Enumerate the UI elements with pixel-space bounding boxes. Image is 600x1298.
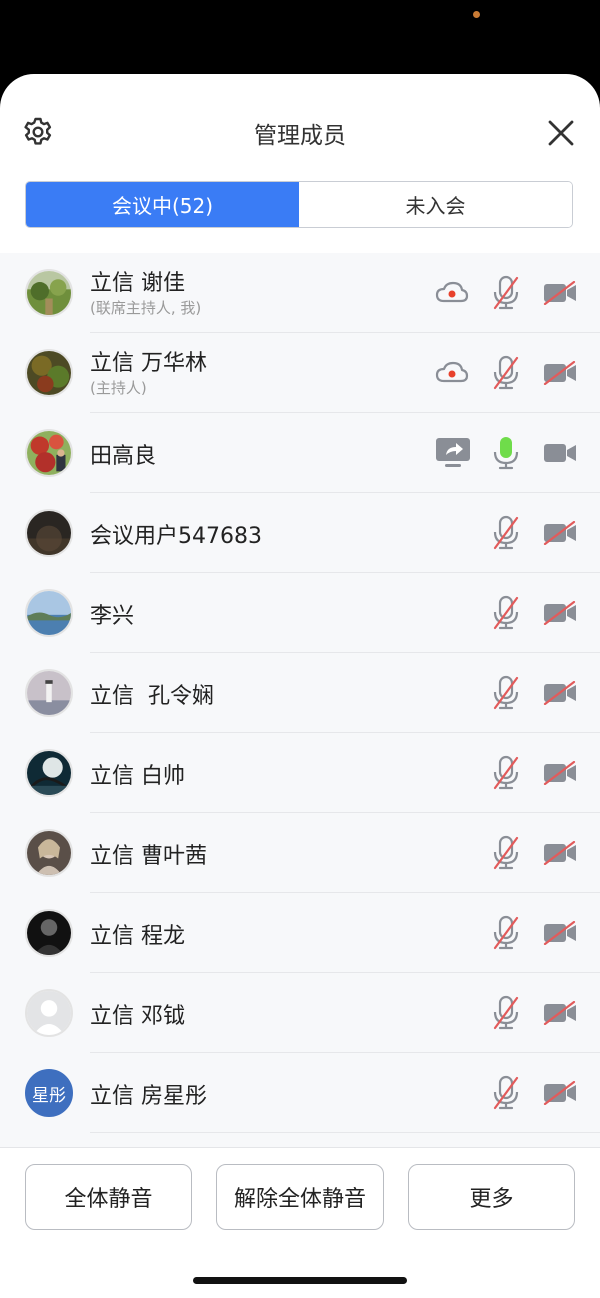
camera-indicator	[473, 11, 480, 18]
camera-off-icon[interactable]	[543, 840, 577, 866]
mic-muted-icon[interactable]	[492, 835, 520, 871]
member-name: 立信 房星彤	[90, 1084, 207, 1109]
mute-all-button[interactable]: 全体静音	[25, 1164, 192, 1230]
manage-members-sheet: 管理成员 会议中(52) 未入会 立信 谢佳 (联席主持人, 我) 立信 万华林 (主…	[0, 74, 600, 1298]
camera-off-icon[interactable]	[543, 280, 577, 306]
member-name: 立信 邓钺	[90, 1004, 185, 1029]
avatar	[25, 669, 73, 717]
close-icon[interactable]	[546, 118, 576, 148]
camera-off-icon[interactable]	[543, 920, 577, 946]
member-role: (主持人)	[90, 379, 147, 397]
member-row[interactable]: 立信 程龙	[0, 893, 600, 973]
footer-actions: 全体静音 解除全体静音 更多	[0, 1147, 600, 1298]
avatar	[25, 589, 73, 637]
cloud-record-icon	[435, 360, 469, 386]
avatar	[25, 829, 73, 877]
camera-on-icon[interactable]	[543, 441, 577, 465]
member-name: 立信 程龙	[90, 924, 185, 949]
home-indicator	[193, 1277, 407, 1284]
member-row[interactable]: 立信 万华林 (主持人)	[0, 333, 600, 413]
tab-in-meeting[interactable]: 会议中(52)	[26, 182, 299, 227]
member-row[interactable]: 立信 邓钺	[0, 973, 600, 1053]
member-name: 立信 孔令娴	[90, 684, 214, 709]
camera-off-icon[interactable]	[543, 1080, 577, 1106]
cloud-record-icon	[435, 280, 469, 306]
screen-share-icon	[435, 437, 471, 469]
member-row[interactable]: 会议用户547683	[0, 493, 600, 573]
avatar	[25, 749, 73, 797]
page-title: 管理成员	[254, 123, 346, 149]
mic-muted-icon[interactable]	[492, 1075, 520, 1111]
mic-muted-icon[interactable]	[492, 675, 520, 711]
mic-muted-icon[interactable]	[492, 755, 520, 791]
avatar	[25, 989, 73, 1037]
unmute-all-button[interactable]: 解除全体静音	[216, 1164, 384, 1230]
member-name: 立信 万华林	[90, 351, 207, 376]
camera-off-icon[interactable]	[543, 1000, 577, 1026]
row-divider	[90, 1132, 600, 1133]
camera-off-icon[interactable]	[543, 760, 577, 786]
avatar	[25, 429, 73, 477]
mic-muted-icon[interactable]	[492, 595, 520, 631]
camera-off-icon[interactable]	[543, 600, 577, 626]
mic-muted-icon[interactable]	[492, 275, 520, 311]
member-name: 立信 谢佳	[90, 271, 185, 296]
avatar	[25, 509, 73, 557]
member-role: (联席主持人, 我)	[90, 299, 202, 317]
avatar	[25, 349, 73, 397]
member-list[interactable]: 立信 谢佳 (联席主持人, 我) 立信 万华林 (主持人) 田高良会议用户547683 李…	[0, 253, 600, 1147]
member-name: 田高良	[90, 444, 157, 469]
camera-off-icon[interactable]	[543, 520, 577, 546]
member-tabs: 会议中(52) 未入会	[25, 181, 573, 228]
tab-not-joined[interactable]: 未入会	[299, 182, 572, 227]
member-row[interactable]: 立信 谢佳 (联席主持人, 我)	[0, 253, 600, 333]
mic-muted-icon[interactable]	[492, 515, 520, 551]
avatar	[25, 269, 73, 317]
member-name: 立信 白帅	[90, 764, 185, 789]
mic-muted-icon[interactable]	[492, 355, 520, 391]
member-row[interactable]: 田高良	[0, 413, 600, 493]
member-row[interactable]: 立信 白帅	[0, 733, 600, 813]
avatar: 星彤	[25, 1069, 73, 1117]
header: 管理成员	[0, 74, 600, 186]
member-row[interactable]: 立信 曹叶茜	[0, 813, 600, 893]
member-name: 会议用户547683	[90, 524, 262, 549]
mic-muted-icon[interactable]	[492, 995, 520, 1031]
camera-off-icon[interactable]	[543, 360, 577, 386]
mic-active-icon[interactable]	[492, 435, 520, 471]
member-name: 立信 曹叶茜	[90, 844, 207, 869]
avatar	[25, 909, 73, 957]
member-name: 李兴	[90, 604, 135, 629]
mic-muted-icon[interactable]	[492, 915, 520, 951]
camera-off-icon[interactable]	[543, 680, 577, 706]
member-row[interactable]: 立信 孔令娴	[0, 653, 600, 733]
more-button[interactable]: 更多	[408, 1164, 575, 1230]
member-row[interactable]: 星彤 立信 房星彤	[0, 1053, 600, 1133]
member-row[interactable]: 李兴	[0, 573, 600, 653]
